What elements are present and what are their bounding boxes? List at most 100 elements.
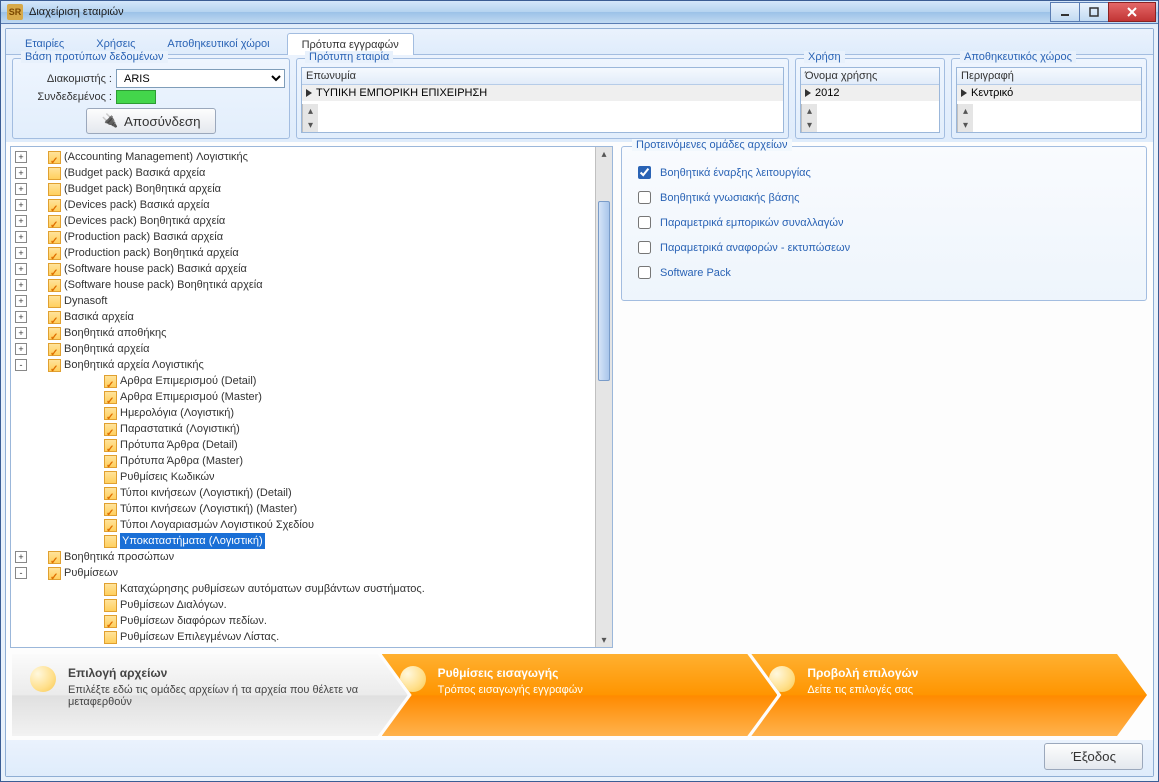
tree-checkbox[interactable] xyxy=(48,567,61,580)
tree-checkbox[interactable] xyxy=(104,631,117,644)
group-checkbox-input[interactable] xyxy=(638,166,651,179)
expand-icon[interactable]: + xyxy=(15,151,27,163)
tree-item[interactable]: Αρθρα Επιμερισμού (Master) xyxy=(13,389,595,405)
server-select[interactable]: ARIS xyxy=(116,69,285,88)
wizard-step[interactable]: Ρυθμίσεις εισαγωγήςΤρόπος εισαγωγής εγγρ… xyxy=(382,654,778,736)
tree-item[interactable]: Ρυθμίσεων διαφόρων πεδίων. xyxy=(13,613,595,629)
tree-item[interactable]: +(Software house pack) Βοηθητικά αρχεία xyxy=(13,277,595,293)
tree-checkbox[interactable] xyxy=(104,455,117,468)
tree-checkbox[interactable] xyxy=(48,295,61,308)
expand-icon[interactable]: + xyxy=(15,183,27,195)
tree-checkbox[interactable] xyxy=(104,423,117,436)
tree-item[interactable]: +(Budget pack) Βοηθητικά αρχεία xyxy=(13,181,595,197)
minimize-button[interactable] xyxy=(1050,2,1080,22)
tree-item[interactable]: Πρότυπα Άρθρα (Detail) xyxy=(13,437,595,453)
tree-item[interactable]: +(Software house pack) Βασικά αρχεία xyxy=(13,261,595,277)
expand-icon[interactable]: + xyxy=(15,551,27,563)
tree-item[interactable]: Αρθρα Επιμερισμού (Detail) xyxy=(13,373,595,389)
group-checkbox[interactable]: Βοηθητικά γνωσιακής βάσης xyxy=(634,188,1134,207)
expand-icon[interactable]: + xyxy=(15,231,27,243)
tree-item[interactable]: +Dynasoft xyxy=(13,293,595,309)
disconnect-button[interactable]: 🔌 Αποσύνδεση xyxy=(86,108,215,134)
store-col[interactable]: Περιγραφή xyxy=(957,68,1141,85)
company-row[interactable]: ΤΥΠΙΚΗ ΕΜΠΟΡΙΚΗ ΕΠΙΧΕΙΡΗΣΗ xyxy=(302,85,783,101)
expand-icon[interactable]: + xyxy=(15,295,27,307)
scrollbar[interactable]: ▴▾ xyxy=(801,104,817,132)
collapse-icon[interactable]: - xyxy=(15,359,27,371)
tree-checkbox[interactable] xyxy=(104,583,117,596)
tree-item[interactable]: Πρότυπα Άρθρα (Master) xyxy=(13,453,595,469)
group-checkbox-input[interactable] xyxy=(638,266,651,279)
store-row[interactable]: Κεντρικό xyxy=(957,85,1141,101)
expand-icon[interactable]: + xyxy=(15,311,27,323)
group-checkbox[interactable]: Παραμετρικά αναφορών - εκτυπώσεων xyxy=(634,238,1134,257)
tree-checkbox[interactable] xyxy=(48,343,61,356)
file-tree[interactable]: +(Accounting Management) Λογιστικής+(Bud… xyxy=(11,147,595,647)
tree-checkbox[interactable] xyxy=(104,599,117,612)
expand-icon[interactable]: + xyxy=(15,215,27,227)
titlebar[interactable]: SR Διαχείριση εταιριών xyxy=(1,1,1158,24)
group-checkbox[interactable]: Software Pack xyxy=(634,263,1134,282)
tree-checkbox[interactable] xyxy=(48,199,61,212)
group-checkbox-input[interactable] xyxy=(638,216,651,229)
tree-checkbox[interactable] xyxy=(104,519,117,532)
tree-checkbox[interactable] xyxy=(48,231,61,244)
expand-icon[interactable]: + xyxy=(15,167,27,179)
tree-item[interactable]: +Βοηθητικά αποθήκης xyxy=(13,325,595,341)
scrollbar[interactable]: ▴▾ xyxy=(302,104,318,132)
group-checkbox-input[interactable] xyxy=(638,241,651,254)
tree-checkbox[interactable] xyxy=(104,375,117,388)
tree-item[interactable]: Τύποι κινήσεων (Λογιστική) (Master) xyxy=(13,501,595,517)
tree-checkbox[interactable] xyxy=(48,151,61,164)
tree-item[interactable]: Υποκαταστήματα (Λογιστική) xyxy=(13,533,595,549)
group-checkbox[interactable]: Παραμετρικά εμπορικών συναλλαγών xyxy=(634,213,1134,232)
tree-checkbox[interactable] xyxy=(48,167,61,180)
tree-item[interactable]: +(Production pack) Βοηθητικά αρχεία xyxy=(13,245,595,261)
tree-checkbox[interactable] xyxy=(104,487,117,500)
expand-icon[interactable]: + xyxy=(15,279,27,291)
exit-button[interactable]: Έξοδος xyxy=(1044,743,1143,770)
tree-item[interactable]: Παραστατικά (Λογιστική) xyxy=(13,421,595,437)
tree-checkbox[interactable] xyxy=(48,327,61,340)
tree-checkbox[interactable] xyxy=(104,615,117,628)
group-checkbox-input[interactable] xyxy=(638,191,651,204)
tree-item[interactable]: -Βοηθητικά αρχεία Λογιστικής xyxy=(13,357,595,373)
wizard-step[interactable]: Επιλογή αρχείωνΕπιλέξτε εδώ τις ομάδες α… xyxy=(12,654,408,736)
maximize-button[interactable] xyxy=(1079,2,1109,22)
use-grid[interactable]: Όνομα χρήσης 2012 ▴▾ xyxy=(800,67,940,133)
tree-checkbox[interactable] xyxy=(104,407,117,420)
tree-item[interactable]: Καταχώρησης ρυθμίσεων αυτόματων συμβάντω… xyxy=(13,581,595,597)
tree-checkbox[interactable] xyxy=(104,439,117,452)
company-grid[interactable]: Επωνυμία ΤΥΠΙΚΗ ΕΜΠΟΡΙΚΗ ΕΠΙΧΕΙΡΗΣΗ ▴▾ xyxy=(301,67,784,133)
tree-item[interactable]: Ημερολόγια (Λογιστική) xyxy=(13,405,595,421)
expand-icon[interactable]: + xyxy=(15,199,27,211)
tree-item[interactable]: +(Devices pack) Βασικά αρχεία xyxy=(13,197,595,213)
use-col[interactable]: Όνομα χρήσης xyxy=(801,68,939,85)
tree-item[interactable]: -Ρυθμίσεων xyxy=(13,565,595,581)
company-col[interactable]: Επωνυμία xyxy=(302,68,783,85)
tree-checkbox[interactable] xyxy=(48,279,61,292)
tree-checkbox[interactable] xyxy=(48,247,61,260)
group-checkbox[interactable]: Βοηθητικά έναρξης λειτουργίας xyxy=(634,163,1134,182)
tree-item[interactable]: +Βοηθητικά αρχεία xyxy=(13,341,595,357)
tree-item[interactable]: Ρυθμίσεων Διαλόγων. xyxy=(13,597,595,613)
expand-icon[interactable]: + xyxy=(15,343,27,355)
close-button[interactable] xyxy=(1108,2,1156,22)
tree-checkbox[interactable] xyxy=(48,311,61,324)
tree-checkbox[interactable] xyxy=(104,503,117,516)
collapse-icon[interactable]: - xyxy=(15,567,27,579)
wizard-step[interactable]: Προβολή επιλογώνΔείτε τις επιλογές σας xyxy=(751,654,1147,736)
store-grid[interactable]: Περιγραφή Κεντρικό ▴▾ xyxy=(956,67,1142,133)
tree-item[interactable]: +(Budget pack) Βασικά αρχεία xyxy=(13,165,595,181)
tree-item[interactable]: +(Production pack) Βασικά αρχεία xyxy=(13,229,595,245)
tree-item[interactable]: Ρυθμίσεων Επιλεγμένων Λίστας. xyxy=(13,629,595,645)
tree-scrollbar[interactable]: ▴ ▾ xyxy=(595,147,612,647)
expand-icon[interactable]: + xyxy=(15,327,27,339)
use-row[interactable]: 2012 xyxy=(801,85,939,101)
tree-item[interactable]: +Βοηθητικά προσώπων xyxy=(13,549,595,565)
tree-item[interactable]: +(Devices pack) Βοηθητικά αρχεία xyxy=(13,213,595,229)
tree-item[interactable]: Τύποι κινήσεων (Λογιστική) (Detail) xyxy=(13,485,595,501)
tree-checkbox[interactable] xyxy=(48,183,61,196)
tree-checkbox[interactable] xyxy=(104,391,117,404)
tree-checkbox[interactable] xyxy=(48,551,61,564)
